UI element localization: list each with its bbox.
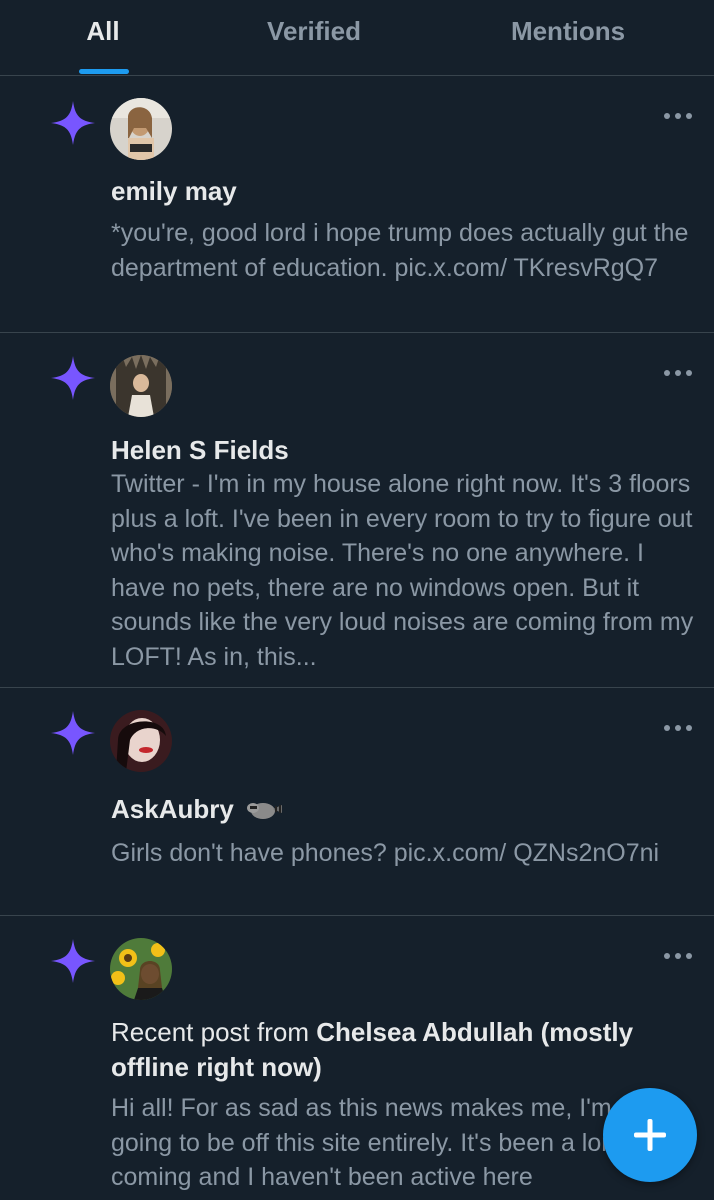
post-text: Twitter - I'm in my house alone right no… [111, 470, 694, 671]
compose-button[interactable] [603, 1088, 697, 1182]
more-options-icon[interactable] [664, 722, 692, 734]
author-name[interactable]: Helen S Fields [111, 435, 289, 466]
more-options-icon[interactable] [664, 110, 692, 122]
active-tab-indicator [79, 69, 129, 74]
sparkle-icon [51, 101, 95, 145]
tab-all[interactable]: All [62, 16, 144, 56]
sparkle-icon [51, 939, 95, 983]
more-options-icon[interactable] [664, 367, 692, 379]
tab-verified[interactable]: Verified [244, 16, 384, 56]
author-name[interactable]: emily may [111, 176, 237, 207]
raccoon-icon [247, 803, 283, 819]
post-text: Girls don't have phones? pic.x.com/ QZNs… [111, 839, 660, 867]
more-options-icon[interactable] [664, 950, 692, 962]
avatar[interactable] [110, 98, 172, 160]
notification-item[interactable]: AskAubry Girls don't have phones? pic.x.… [0, 688, 714, 916]
sparkle-icon [51, 711, 95, 755]
notification-item[interactable]: Helen S Fields Twitter - I'm in my house… [0, 333, 714, 688]
sparkle-icon [51, 356, 95, 400]
avatar[interactable] [110, 355, 172, 417]
notification-item[interactable]: emily may *you're, good lord i hope trum… [0, 76, 714, 333]
avatar[interactable] [110, 938, 172, 1000]
author-name[interactable]: AskAubry [111, 794, 283, 825]
notification-tabs: All Verified Mentions [0, 0, 714, 76]
notification-headline: Recent post from Chelsea Abdullah (mostl… [111, 1017, 634, 1082]
plus-icon [634, 1119, 666, 1151]
tab-mentions[interactable]: Mentions [488, 16, 648, 56]
post-text: *you're, good lord i hope trump does act… [111, 219, 689, 282]
avatar[interactable] [110, 710, 172, 772]
